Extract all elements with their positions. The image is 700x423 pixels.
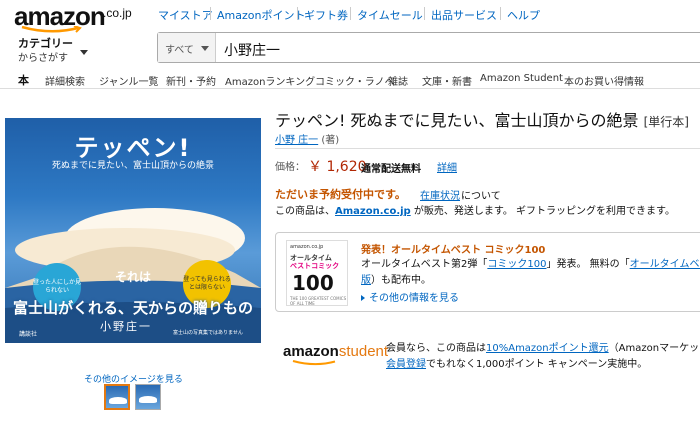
cover-note: 富士山の写真集ではありません [173, 330, 243, 336]
preorder-notice: ただいま予約受付中です。 [275, 188, 406, 201]
free-shipping-label: 通常配送無料 [361, 164, 421, 175]
caret-down-icon [201, 46, 209, 51]
divider [210, 7, 211, 20]
author-role: (著) [321, 135, 340, 146]
student-logo-student: student [338, 343, 389, 360]
nav-my-store[interactable]: マイストア [158, 7, 213, 23]
thumbnail-1[interactable] [104, 384, 130, 410]
seller-link[interactable]: Amazon.co.jp [335, 206, 411, 217]
shipping-detail-link[interactable]: 詳細 [437, 159, 457, 174]
promo-text: 」発表。 無料の「 [546, 259, 630, 270]
comic100-link[interactable]: コミック100 [487, 259, 546, 270]
subnav-book-deals[interactable]: 本のお買い得情報 [564, 73, 644, 88]
amazon-smile-icon [292, 360, 336, 366]
product-title: テッペン! 死ぬまでに見たい、富士山頂からの絶景 [単行本] [275, 107, 689, 131]
top-navigation-bar: amazon .co.jp マイストア Amazonポイント ギフト券 タイムセ… [0, 0, 700, 33]
subnav-paperbacks[interactable]: 文庫・新書 [422, 73, 472, 88]
subnav-advanced-search[interactable]: 詳細検索 [45, 73, 85, 88]
subnav-genre-list[interactable]: ジャンル一覧 [99, 73, 159, 88]
nav-amazon-points[interactable]: Amazonポイント [217, 7, 305, 23]
promo-text: オールタイムベスト第2弾「 [361, 259, 488, 270]
search-box: すべて [157, 32, 700, 63]
book-cover-image[interactable]: テッペン! 死ぬまでに見たい、富士山頂からの絶景 登った人にしか見られない 登っ… [5, 118, 261, 343]
caret-down-icon [80, 50, 88, 55]
student-offer-text: 会員なら、この商品は10%Amazonポイント還元（Amazonマーケットプレイ… [386, 341, 700, 373]
price-label: 価格： [275, 162, 305, 173]
subnav-ranking[interactable]: Amazonランキング [225, 73, 315, 88]
sold-by-prefix: この商品は、 [275, 206, 335, 217]
cover-subtitle: 死ぬまでに見たい、富士山頂からの絶景 [51, 161, 214, 171]
divider [500, 7, 501, 20]
subnav-books[interactable]: 本 [18, 72, 29, 88]
subnav-magazines[interactable]: 雑誌 [388, 73, 408, 88]
promo-headline: 発表！オールタイムベスト コミック100 [361, 245, 546, 256]
promo-body: オールタイムベスト第2弾「コミック100」発表。 無料の「オールタイムベストコミ… [361, 257, 700, 288]
promo-box: amazon.co.jp オールタイム ベストコミック 100 THE 100 … [275, 232, 700, 312]
member-signup-link[interactable]: 会員登録 [386, 359, 426, 370]
sold-by-suffix: が販売、発送します。 ギフトラッピングを利用できます。 [410, 206, 676, 217]
cover-tagline: それは [114, 270, 151, 284]
author-link[interactable]: 小野 庄一 [275, 135, 318, 146]
search-input[interactable] [218, 33, 698, 62]
promo-text: ）も配布中。 [371, 274, 431, 286]
stock-status-suffix: について [461, 191, 501, 202]
cover-publisher: 講談社 [19, 331, 38, 338]
product-format: [単行本] [643, 115, 689, 129]
search-scope-dropdown[interactable]: すべて [158, 33, 216, 62]
student-line1-prefix: 会員なら、この商品は [386, 343, 486, 354]
stock-status-link[interactable]: 在庫状況 [420, 187, 460, 202]
price-value: ￥ 1,620 [308, 159, 367, 175]
divider [297, 7, 298, 20]
search-row: カテゴリー からさがす すべて [0, 32, 700, 66]
nav-time-sale[interactable]: タイムセール [357, 7, 423, 23]
promo-image-footer: THE 100 GREATEST COMICS OF ALL TIME [290, 296, 347, 306]
nav-gift-card[interactable]: ギフト券 [304, 7, 348, 23]
divider [350, 7, 351, 20]
promo-image-brand: amazon.co.jp [290, 244, 324, 250]
promo-more-link[interactable]: その他の情報を見る [361, 289, 459, 304]
promo-image-number: 100 [292, 271, 334, 295]
cover-headline: 富士山がくれる、天からの贈りもの [12, 299, 253, 317]
student-line2-rest: でもれなく1,000ポイント キャンペーン実施中。 [426, 359, 648, 370]
more-images-link[interactable]: その他のイメージを見る [84, 372, 183, 385]
caret-right-icon [361, 295, 365, 301]
subnav-new-releases[interactable]: 新刊・予約 [166, 73, 216, 88]
subnav-amazon-student[interactable]: Amazon Student [480, 73, 563, 84]
thumbnail-2[interactable] [135, 384, 161, 410]
cover-author: 小野庄一 [100, 320, 152, 333]
thumbnail-cloud-icon [139, 396, 157, 403]
category-browse-button[interactable]: カテゴリー からさがす [0, 32, 150, 64]
sold-by-line: この商品は、Amazon.co.jp が販売、発送します。 ギフトラッピングを利… [275, 202, 675, 217]
thumbnail-cloud-icon [109, 397, 127, 404]
divider [424, 7, 425, 20]
category-sublabel: からさがす [18, 53, 68, 64]
logo-suffix: .co.jp [103, 6, 132, 20]
divider [275, 148, 700, 149]
category-subnav: 本 詳細検索 ジャンル一覧 新刊・予約 Amazonランキング コミック・ラノベ… [0, 67, 700, 89]
search-scope-label: すべて [165, 45, 194, 56]
student-line1-suffix: （Amazonマーケットプレイス [608, 343, 700, 354]
student-logo-amazon: amazon [283, 343, 339, 360]
booklet-link[interactable]: オールタイムベストコミック100 小冊子 [630, 259, 700, 270]
promo-more-label: その他の情報を見る [369, 293, 459, 304]
promo-image-line2: ベストコミック [290, 262, 340, 270]
author-line: 小野 庄一 (著) [275, 131, 339, 146]
amazon-student-logo[interactable]: amazonstudent [283, 343, 388, 361]
nav-seller-services[interactable]: 出品サービス [431, 7, 497, 23]
subnav-comics[interactable]: コミック・ラノベ [315, 73, 395, 88]
booklet-link-continued[interactable]: 版 [361, 275, 371, 286]
points-link[interactable]: 10%Amazonポイント還元 [486, 343, 609, 354]
product-title-text: テッペン! 死ぬまでに見たい、富士山頂からの絶景 [275, 111, 639, 130]
promo-image[interactable]: amazon.co.jp オールタイム ベストコミック 100 THE 100 … [286, 240, 348, 306]
nav-help[interactable]: ヘルプ [507, 7, 540, 23]
